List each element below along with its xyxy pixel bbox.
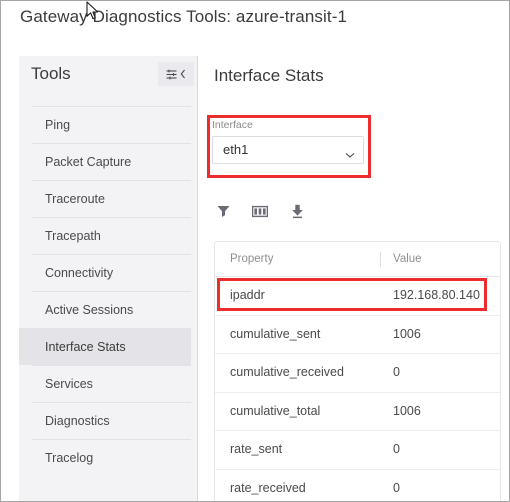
cell-property: rate_received — [230, 480, 306, 495]
sidebar-item-label: Packet Capture — [45, 155, 132, 169]
sidebar-item-connectivity[interactable]: Connectivity — [32, 254, 191, 291]
download-icon[interactable] — [287, 201, 307, 221]
interface-select[interactable]: eth1 — [212, 136, 364, 164]
interface-select-value: eth1 — [223, 142, 249, 157]
sidebar-collapse-button[interactable] — [158, 62, 194, 86]
sidebar-item-packet-capture[interactable]: Packet Capture — [32, 143, 191, 180]
cell-property: cumulative_total — [230, 403, 321, 418]
table-row[interactable]: cumulative_sent 1006 — [215, 316, 500, 354]
page-title: Gateway Diagnostics Tools: azure-transit… — [20, 7, 348, 26]
cell-value: 0 — [393, 442, 400, 456]
column-header-property[interactable]: Property — [230, 242, 273, 276]
content-panel: Interface Stats Interface eth1 Property … — [199, 56, 509, 501]
table-row[interactable]: rate_sent 0 — [215, 431, 500, 470]
columns-icon[interactable] — [250, 201, 270, 221]
cell-value: 1006 — [393, 326, 421, 341]
table-row[interactable]: ipaddr 192.168.80.140 — [215, 277, 500, 316]
sidebar-item-label: Tracepath — [45, 229, 101, 243]
cell-property: rate_sent — [230, 442, 283, 456]
content-title: Interface Stats — [214, 66, 324, 85]
sidebar-item-tracepath[interactable]: Tracepath — [32, 217, 191, 254]
sidebar-item-interface-stats[interactable]: Interface Stats — [19, 328, 191, 365]
sidebar-item-label: Tracelog — [45, 451, 94, 465]
cell-value: 0 — [393, 480, 400, 495]
column-header-value[interactable]: Value — [393, 242, 422, 276]
sidebar-title: Tools — [31, 64, 71, 83]
interface-stats-table: Property Value ipaddr 192.168.80.140 cum… — [214, 241, 501, 502]
interface-field-label: Interface — [212, 119, 253, 131]
column-divider — [380, 252, 381, 267]
sidebar-item-label: Diagnostics — [45, 414, 110, 428]
sidebar-item-label: Ping — [45, 118, 71, 132]
table-header-row: Property Value — [215, 242, 500, 277]
sidebar-item-diagnostics[interactable]: Diagnostics — [32, 402, 191, 439]
sidebar-item-services[interactable]: Services — [32, 365, 191, 402]
sidebar-item-tracelog[interactable]: Tracelog — [32, 439, 191, 476]
tools-sidebar: Tools Ping Packet Capture Traceroute Tra… — [19, 56, 198, 501]
sidebar-item-label: Connectivity — [45, 266, 114, 280]
table-row[interactable]: cumulative_received 0 — [215, 354, 500, 393]
table-toolbar — [213, 201, 307, 221]
sidebar-item-active-sessions[interactable]: Active Sessions — [32, 291, 191, 328]
interface-field: Interface eth1 — [212, 119, 364, 164]
cell-property: cumulative_received — [230, 365, 344, 379]
sidebar-item-label: Active Sessions — [45, 303, 134, 317]
cell-value: 192.168.80.140 — [393, 288, 480, 302]
chevron-down-icon — [345, 146, 355, 164]
sidebar-item-label: Services — [45, 377, 93, 391]
table-row[interactable]: cumulative_total 1006 — [215, 393, 500, 431]
cell-property: ipaddr — [230, 288, 265, 302]
sidebar-header: Tools — [19, 56, 197, 100]
sidebar-item-label: Interface Stats — [45, 340, 126, 354]
filter-icon[interactable] — [213, 201, 233, 221]
sidebar-item-label: Traceroute — [45, 192, 105, 206]
cell-property: cumulative_sent — [230, 326, 321, 341]
screenshot-root: Gateway Diagnostics Tools: azure-transit… — [0, 0, 510, 502]
sidebar-item-ping[interactable]: Ping — [32, 106, 191, 143]
cell-value: 1006 — [393, 403, 421, 418]
cell-value: 0 — [393, 365, 400, 379]
chevron-left-icon — [180, 69, 186, 79]
sidebar-item-list: Ping Packet Capture Traceroute Tracepath… — [19, 106, 197, 476]
sliders-icon — [166, 69, 177, 80]
sidebar-item-traceroute[interactable]: Traceroute — [32, 180, 191, 217]
table-row[interactable]: rate_received 0 — [215, 470, 500, 502]
